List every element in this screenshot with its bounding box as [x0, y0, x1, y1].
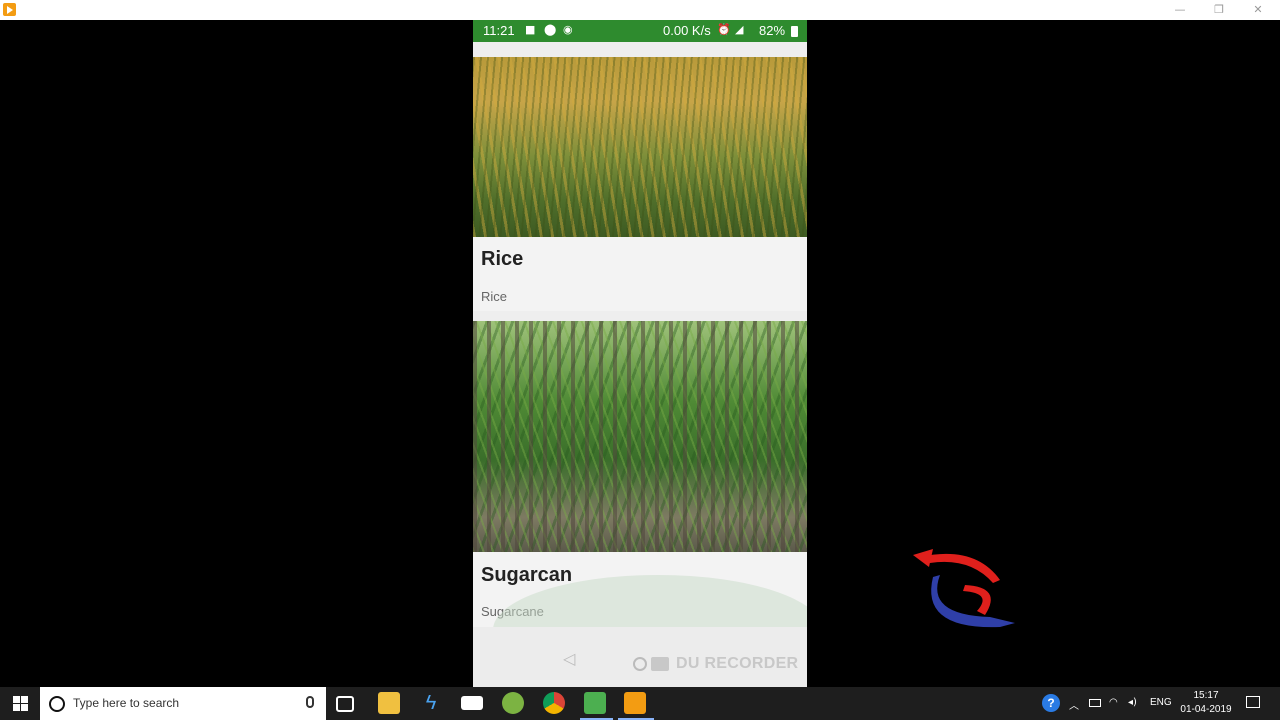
home-icon[interactable]	[633, 657, 647, 671]
crop-card-rice[interactable]: Rice Rice	[473, 57, 807, 311]
media-player-icon[interactable]	[624, 692, 646, 714]
channel-logo	[913, 549, 1015, 628]
signal-icon: ◢	[735, 23, 744, 36]
android-nav-bar: ◁ DU RECORDER	[473, 627, 807, 687]
task-view-icon[interactable]	[336, 696, 354, 712]
taskbar-clock[interactable]: 15:17 01-04-2019	[1178, 689, 1234, 717]
battery-icon[interactable]	[1089, 699, 1101, 707]
window-titlebar: — ❐ ✕	[0, 0, 1280, 20]
help-icon[interactable]: ?	[1042, 694, 1060, 712]
recorder-watermark: DU RECORDER	[676, 655, 799, 672]
video-camera-icon: ■	[525, 23, 536, 36]
microphone-icon[interactable]	[306, 696, 314, 708]
status-bar: 11:21 ■ ⬤ ◉ 0.00 K/s ⏰ ◢ 82%	[473, 20, 807, 42]
close-button[interactable]: ✕	[1243, 2, 1273, 18]
camera-icon	[651, 657, 669, 671]
location-pin-icon: ⬤	[544, 23, 557, 36]
whatsapp-icon: ◉	[563, 23, 573, 36]
chevron-up-icon[interactable]: ︿	[1069, 697, 1079, 712]
clock-date: 01-04-2019	[1180, 704, 1232, 715]
crop-title: Rice	[481, 248, 524, 270]
mail-icon[interactable]	[461, 696, 483, 710]
crop-title: Sugarcan	[481, 564, 573, 586]
sublime-icon[interactable]: ϟ	[420, 692, 442, 714]
language-indicator[interactable]: ENG	[1150, 697, 1172, 708]
battery-level: 82%	[759, 23, 786, 38]
status-time: 11:21	[483, 23, 515, 38]
taskbar: Type here to search ϟ ? ︿ ◠ ◂) ENG 15:17…	[0, 687, 1280, 720]
clock-time: 15:17	[1193, 690, 1219, 701]
search-placeholder: Type here to search	[73, 696, 180, 710]
windows-start-button[interactable]	[0, 687, 40, 720]
android-studio-icon[interactable]	[502, 692, 524, 714]
wifi-icon[interactable]: ◠	[1109, 697, 1118, 708]
taskbar-search-box[interactable]: Type here to search	[40, 687, 326, 720]
media-player-icon	[3, 3, 16, 16]
minimize-button[interactable]: —	[1165, 2, 1195, 18]
chrome-icon[interactable]	[543, 692, 565, 714]
notepad-icon[interactable]	[584, 692, 606, 714]
volume-icon[interactable]: ◂)	[1128, 697, 1137, 708]
alarm-icon: ⏰	[717, 23, 731, 36]
network-speed: 0.00 K/s	[663, 23, 711, 38]
notifications-icon[interactable]	[1246, 696, 1260, 708]
crop-subtitle: Rice	[481, 289, 508, 304]
restore-button[interactable]: ❐	[1204, 2, 1234, 18]
sugarcane-image	[473, 321, 807, 552]
phone-screen: 11:21 ■ ⬤ ◉ 0.00 K/s ⏰ ◢ 82% Rice Rice S…	[473, 20, 807, 687]
back-icon[interactable]: ◁	[563, 649, 575, 668]
rice-image	[473, 57, 807, 237]
file-explorer-icon[interactable]	[378, 692, 400, 714]
battery-icon	[791, 26, 798, 37]
cortana-icon	[49, 696, 65, 712]
